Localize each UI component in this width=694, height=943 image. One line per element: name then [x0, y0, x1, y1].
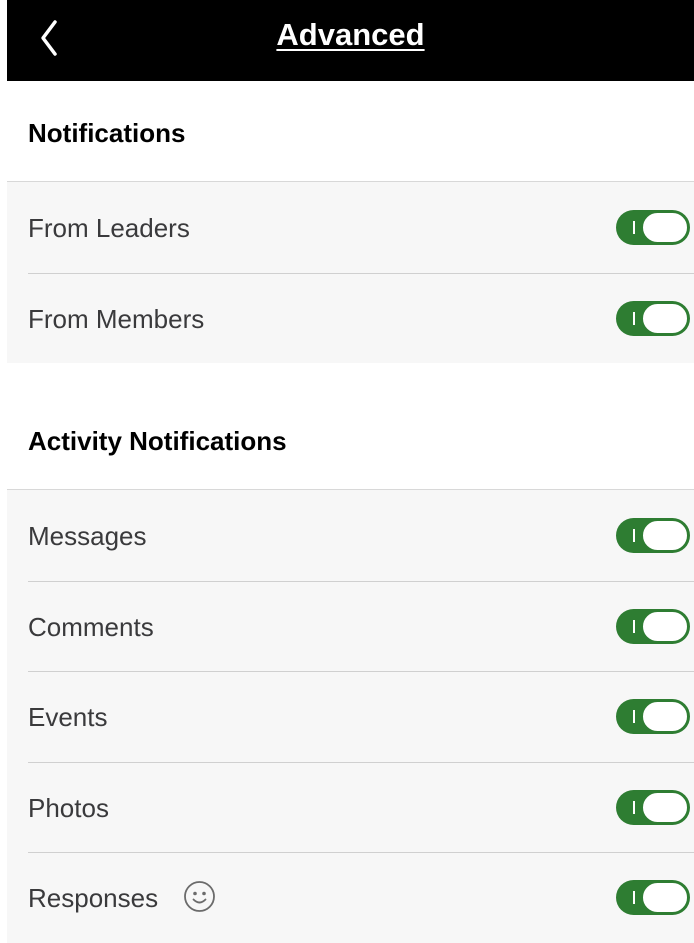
setting-row-from-members[interactable]: From Members [7, 272, 694, 364]
setting-label: Responses [28, 881, 215, 914]
responses-toggle[interactable] [616, 880, 690, 915]
setting-row-photos[interactable]: Photos [7, 761, 694, 853]
toggle-knob [642, 701, 688, 732]
section-title: Activity Notifications [28, 426, 287, 456]
toggle-knob [642, 791, 688, 823]
setting-label: From Leaders [28, 213, 190, 243]
section-header-activity-notifications: Activity Notifications [7, 363, 694, 489]
setting-row-events[interactable]: Events [7, 671, 694, 762]
toggle-on-mark [633, 619, 635, 633]
smiley-face-icon [184, 881, 215, 912]
from-leaders-toggle[interactable] [616, 210, 690, 245]
toggle-on-mark [633, 891, 635, 904]
toggle-knob [642, 882, 688, 913]
toggle-knob [642, 302, 688, 334]
toggle-knob [642, 610, 688, 642]
setting-row-messages[interactable]: Messages [7, 490, 694, 581]
toggle-knob [642, 212, 688, 243]
toggle-on-mark [633, 221, 635, 234]
toggle-on-mark [633, 800, 635, 814]
toggle-on-mark [633, 311, 635, 325]
setting-label: From Members [28, 303, 205, 334]
nav-bar: Advanced [7, 0, 694, 81]
setting-label: Photos [28, 792, 109, 823]
setting-label: Comments [28, 611, 154, 642]
section-title: Notifications [28, 118, 186, 148]
photos-toggle[interactable] [616, 789, 690, 825]
messages-toggle[interactable] [616, 518, 690, 553]
settings-group-activity: Messages Comments Events Photos Response… [7, 489, 694, 943]
toggle-on-mark [633, 529, 635, 542]
responses-label-text: Responses [28, 883, 159, 913]
from-members-toggle[interactable] [616, 300, 690, 336]
settings-group-notifications: From Leaders From Members [7, 181, 694, 364]
setting-label: Events [28, 702, 108, 732]
toggle-on-mark [633, 710, 635, 723]
setting-label: Messages [28, 521, 147, 551]
toggle-knob [642, 520, 688, 551]
setting-row-comments[interactable]: Comments [7, 580, 694, 672]
setting-row-from-leaders[interactable]: From Leaders [7, 182, 694, 273]
page-title: Advanced [276, 17, 425, 52]
events-toggle[interactable] [616, 699, 690, 734]
comments-toggle[interactable] [616, 608, 690, 644]
section-header-notifications: Notifications [7, 81, 694, 181]
